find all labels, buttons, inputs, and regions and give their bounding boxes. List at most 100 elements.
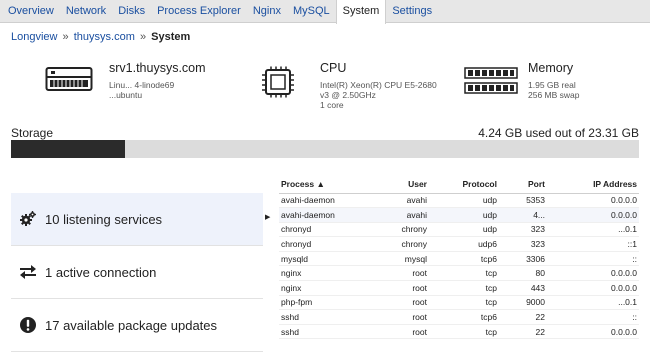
cell-user: root <box>357 295 429 311</box>
cell-user: chrony <box>357 222 429 238</box>
cell-process: avahi-daemon <box>279 193 357 209</box>
cell-user: root <box>357 309 429 325</box>
tab-process-explorer[interactable]: Process Explorer <box>151 0 247 22</box>
tab-disks[interactable]: Disks <box>112 0 151 22</box>
storage-bar <box>11 140 639 158</box>
cell-process: nginx <box>279 280 357 296</box>
cell-protocol: udp <box>429 222 499 238</box>
cell-protocol: tcp <box>429 295 499 311</box>
table-row[interactable]: chronyd chrony udp6 323::1 <box>279 236 639 252</box>
cell-process: nginx <box>279 265 357 282</box>
tab-nginx[interactable]: Nginx <box>247 0 287 22</box>
cpu-card: CPU Intel(R) Xeon(R) CPU E5-2680 v3 @ 2.… <box>258 58 448 118</box>
cell-port: 22 <box>499 309 547 325</box>
stat-label: 1 active connection <box>45 264 157 280</box>
cell-port: 4... <box>499 207 547 223</box>
server-card: srv1.thuysys.com Linu... 4-linode69 ...u… <box>45 58 245 118</box>
cell-process: chronyd <box>279 236 357 252</box>
cell-ip: ...0.1 <box>547 295 639 311</box>
memory-swap: 256 MB swap <box>528 90 580 100</box>
cell-ip: 0.0.0.0 <box>547 280 639 296</box>
table-row[interactable]: sshd root tcp 22 0.0.0.0 <box>279 324 639 340</box>
cell-protocol: tcp <box>429 324 499 340</box>
cell-process: mysqld <box>279 251 357 267</box>
tab-settings[interactable]: Settings <box>386 0 438 22</box>
column-header-process[interactable]: Process ▲ <box>279 176 357 194</box>
tab-overview[interactable]: Overview <box>2 0 60 22</box>
storage-bar-fill <box>11 140 126 158</box>
cell-user: avahi <box>357 193 429 209</box>
listening-services-item[interactable]: 10 listening services <box>11 193 263 246</box>
cell-ip: 0.0.0.0 <box>547 193 639 209</box>
table-row[interactable]: sshd root tcp6 22:: <box>279 309 639 325</box>
cell-port: 9000 <box>499 295 547 311</box>
cell-process: php-fpm <box>279 295 357 311</box>
cell-ip: 0.0.0.0 <box>547 207 639 223</box>
cell-ip: 0.0.0.0 <box>547 324 639 340</box>
cpu-title: CPU <box>320 61 347 75</box>
cell-process: sshd <box>279 324 357 340</box>
table-row[interactable]: avahi-daemon avahi udp 4... 0.0.0.0 <box>279 207 639 223</box>
table-row[interactable]: avahi-daemon avahi udp 5353 0.0.0.0 <box>279 193 639 209</box>
cell-port: 80 <box>499 265 547 282</box>
tab-system[interactable]: System <box>335 0 387 24</box>
cell-process: sshd <box>279 309 357 325</box>
cell-user: root <box>357 280 429 296</box>
breadcrumb-current: System <box>151 31 191 43</box>
cell-process: avahi-daemon <box>279 207 357 223</box>
cpu-icon <box>258 66 298 101</box>
package-updates-item[interactable]: 17 available package updates <box>11 299 263 352</box>
memory-title: Memory <box>528 61 574 75</box>
tab-network[interactable]: Network <box>60 0 112 22</box>
breadcrumb-longview-link[interactable]: Longview <box>11 31 57 43</box>
cell-user: root <box>357 324 429 340</box>
breadcrumb-separator: » <box>62 31 69 43</box>
cell-user: root <box>357 265 429 282</box>
cell-ip: ...0.1 <box>547 222 639 238</box>
cell-protocol: tcp6 <box>429 309 499 325</box>
memory-card: Memory 1.95 GB real 256 MB swap <box>464 58 634 118</box>
cell-ip: :: <box>547 309 639 325</box>
stat-label: 10 listening services <box>45 211 163 227</box>
breadcrumb-host-link[interactable]: thuysys.com <box>74 31 135 43</box>
cell-protocol: tcp <box>429 265 499 282</box>
cell-port: 443 <box>499 280 547 296</box>
alert-circle-icon <box>19 316 37 334</box>
cell-user: avahi <box>357 207 429 223</box>
memory-icon <box>464 66 518 99</box>
stats-list: 10 listening services 1 active connectio… <box>11 193 263 352</box>
server-hostname: srv1.thuysys.com <box>109 61 206 75</box>
cell-protocol: udp6 <box>429 236 499 252</box>
cell-port: 22 <box>499 324 547 340</box>
table-row[interactable]: nginx root tcp 80 0.0.0.0 <box>279 265 639 282</box>
arrows-exchange-icon <box>19 263 37 281</box>
table-row[interactable]: chronyd chrony udp 323 ...0.1 <box>279 222 639 238</box>
server-distro: ...ubuntu <box>109 90 143 100</box>
table-row[interactable]: nginx root tcp 443 0.0.0.0 <box>279 280 639 296</box>
breadcrumb-separator: » <box>139 31 147 43</box>
column-header-ip-address[interactable]: IP Address <box>547 176 639 194</box>
column-header-protocol[interactable]: Protocol <box>429 176 499 194</box>
cell-protocol: udp <box>429 193 499 209</box>
cpu-model: Intel(R) Xeon(R) CPU E5-2680 <box>320 80 437 90</box>
gears-icon <box>19 210 37 228</box>
breadcrumb: Longview » thuysys.com » System <box>11 31 190 43</box>
column-header-port[interactable]: Port <box>499 176 547 194</box>
active-connections-item[interactable]: 1 active connection <box>11 246 263 299</box>
table-row[interactable]: mysqld mysql tcp6 3306:: <box>279 251 639 267</box>
cpu-cores: 1 core <box>320 100 344 110</box>
cell-protocol: tcp6 <box>429 251 499 267</box>
cell-protocol: tcp <box>429 280 499 296</box>
table-row[interactable]: php-fpm root tcp 9000 ...0.1 <box>279 295 639 311</box>
column-header-user[interactable]: User <box>357 176 429 194</box>
cell-port: 5353 <box>499 193 547 209</box>
storage-used-text: 4.24 GB used out of 23.31 GB <box>478 126 639 140</box>
listening-services-table: Process ▲ User Protocol Port IP Address … <box>279 176 639 340</box>
cell-user: chrony <box>357 236 429 252</box>
server-icon <box>45 64 93 97</box>
tab-mysql[interactable]: MySQL <box>287 0 336 22</box>
cell-user: mysql <box>357 251 429 267</box>
cpu-speed: v3 @ 2.50GHz <box>320 90 376 100</box>
cell-port: 323 <box>499 236 547 252</box>
tab-bar: Overview Network Disks Process Explorer Ngin… <box>0 0 650 24</box>
